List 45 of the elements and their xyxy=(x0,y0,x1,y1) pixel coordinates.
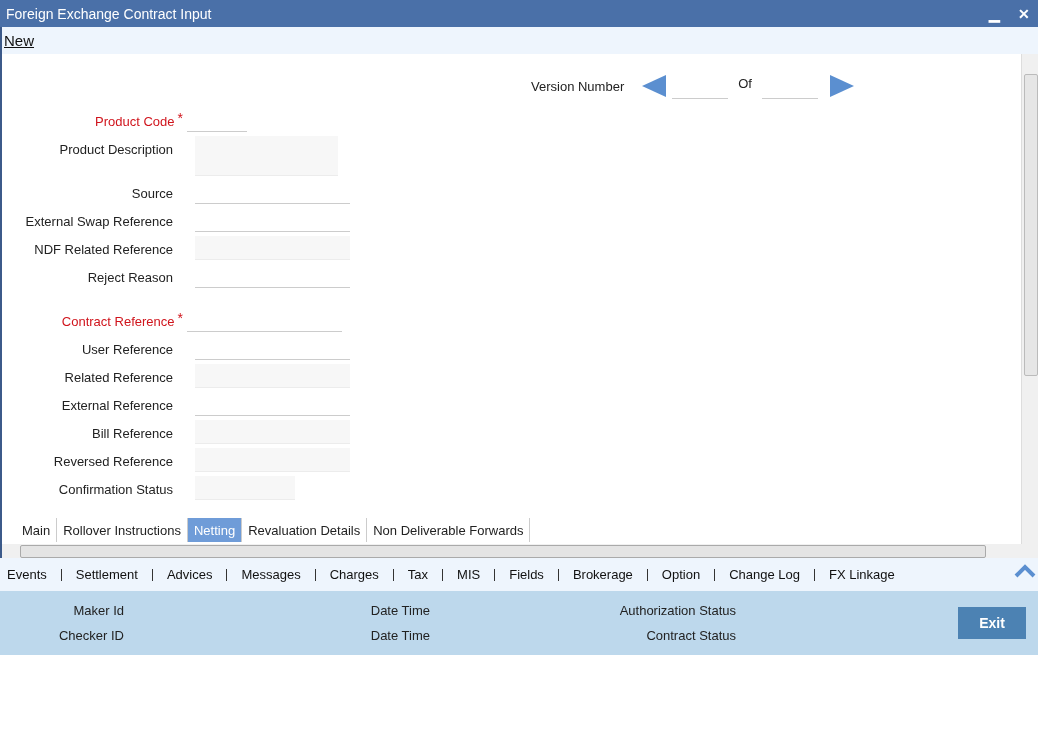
exit-button[interactable]: Exit xyxy=(958,607,1026,639)
next-arrow-icon[interactable] xyxy=(829,75,854,97)
nav-link[interactable]: Settlement xyxy=(75,567,138,582)
nav-link[interactable]: Option xyxy=(661,567,701,582)
required-marker: * xyxy=(177,310,183,326)
nav-link[interactable]: FX Linkage xyxy=(829,567,895,582)
field-label: Reversed Reference xyxy=(53,454,173,469)
field-label: Source xyxy=(131,186,173,201)
nav-link[interactable]: Tax xyxy=(407,567,429,582)
field-label: Version Number xyxy=(531,78,625,94)
previous-arrow-icon[interactable] xyxy=(642,75,667,97)
nav-link[interactable]: Change Log xyxy=(729,567,800,582)
field-label: Product Description xyxy=(59,142,173,157)
audit-label: Date Time xyxy=(369,628,430,643)
audit-label: Authorization Status xyxy=(618,603,736,618)
field-label: Bill Reference xyxy=(92,426,173,441)
audit-label: Checker ID xyxy=(57,628,124,643)
nav-link[interactable]: Fields xyxy=(509,567,544,582)
field-label: Contract Reference xyxy=(61,314,175,329)
menu-link[interactable]: New xyxy=(4,32,34,49)
horizontal-scrollbar[interactable] xyxy=(0,544,1038,558)
field-label: Reject Reason xyxy=(87,270,173,285)
nav-link[interactable]: Charges xyxy=(329,567,379,582)
audit-label: Contract Status xyxy=(645,628,736,643)
window-title: Foreign Exchange Contract Input xyxy=(6,5,212,22)
field-label: Confirmation Status xyxy=(58,482,173,497)
nav-link[interactable]: Messages xyxy=(241,567,301,582)
required-marker: * xyxy=(177,110,183,126)
nav-link[interactable]: Brokerage xyxy=(572,567,633,582)
audit-label: Maker Id xyxy=(72,603,124,618)
nav-link[interactable]: Events xyxy=(7,567,47,582)
field-label: User Reference xyxy=(81,342,173,357)
close-button[interactable]: ✕ xyxy=(1016,5,1032,22)
field-label: External Swap Reference xyxy=(25,214,173,229)
field-label: Product Code xyxy=(95,114,175,129)
nav-link[interactable]: MIS xyxy=(457,567,481,582)
minimize-button[interactable]: ▁ xyxy=(987,5,1002,22)
field-label: Of xyxy=(738,75,752,91)
chevron-up-icon[interactable] xyxy=(1014,564,1036,578)
field-label: External Reference xyxy=(61,398,173,413)
vertical-scrollbar[interactable] xyxy=(1021,54,1038,544)
field-label: Related Reference xyxy=(64,370,173,385)
audit-label: Date Time xyxy=(369,603,430,618)
field-label: NDF Related Reference xyxy=(34,242,173,257)
nav-link[interactable]: Advices xyxy=(166,567,213,582)
